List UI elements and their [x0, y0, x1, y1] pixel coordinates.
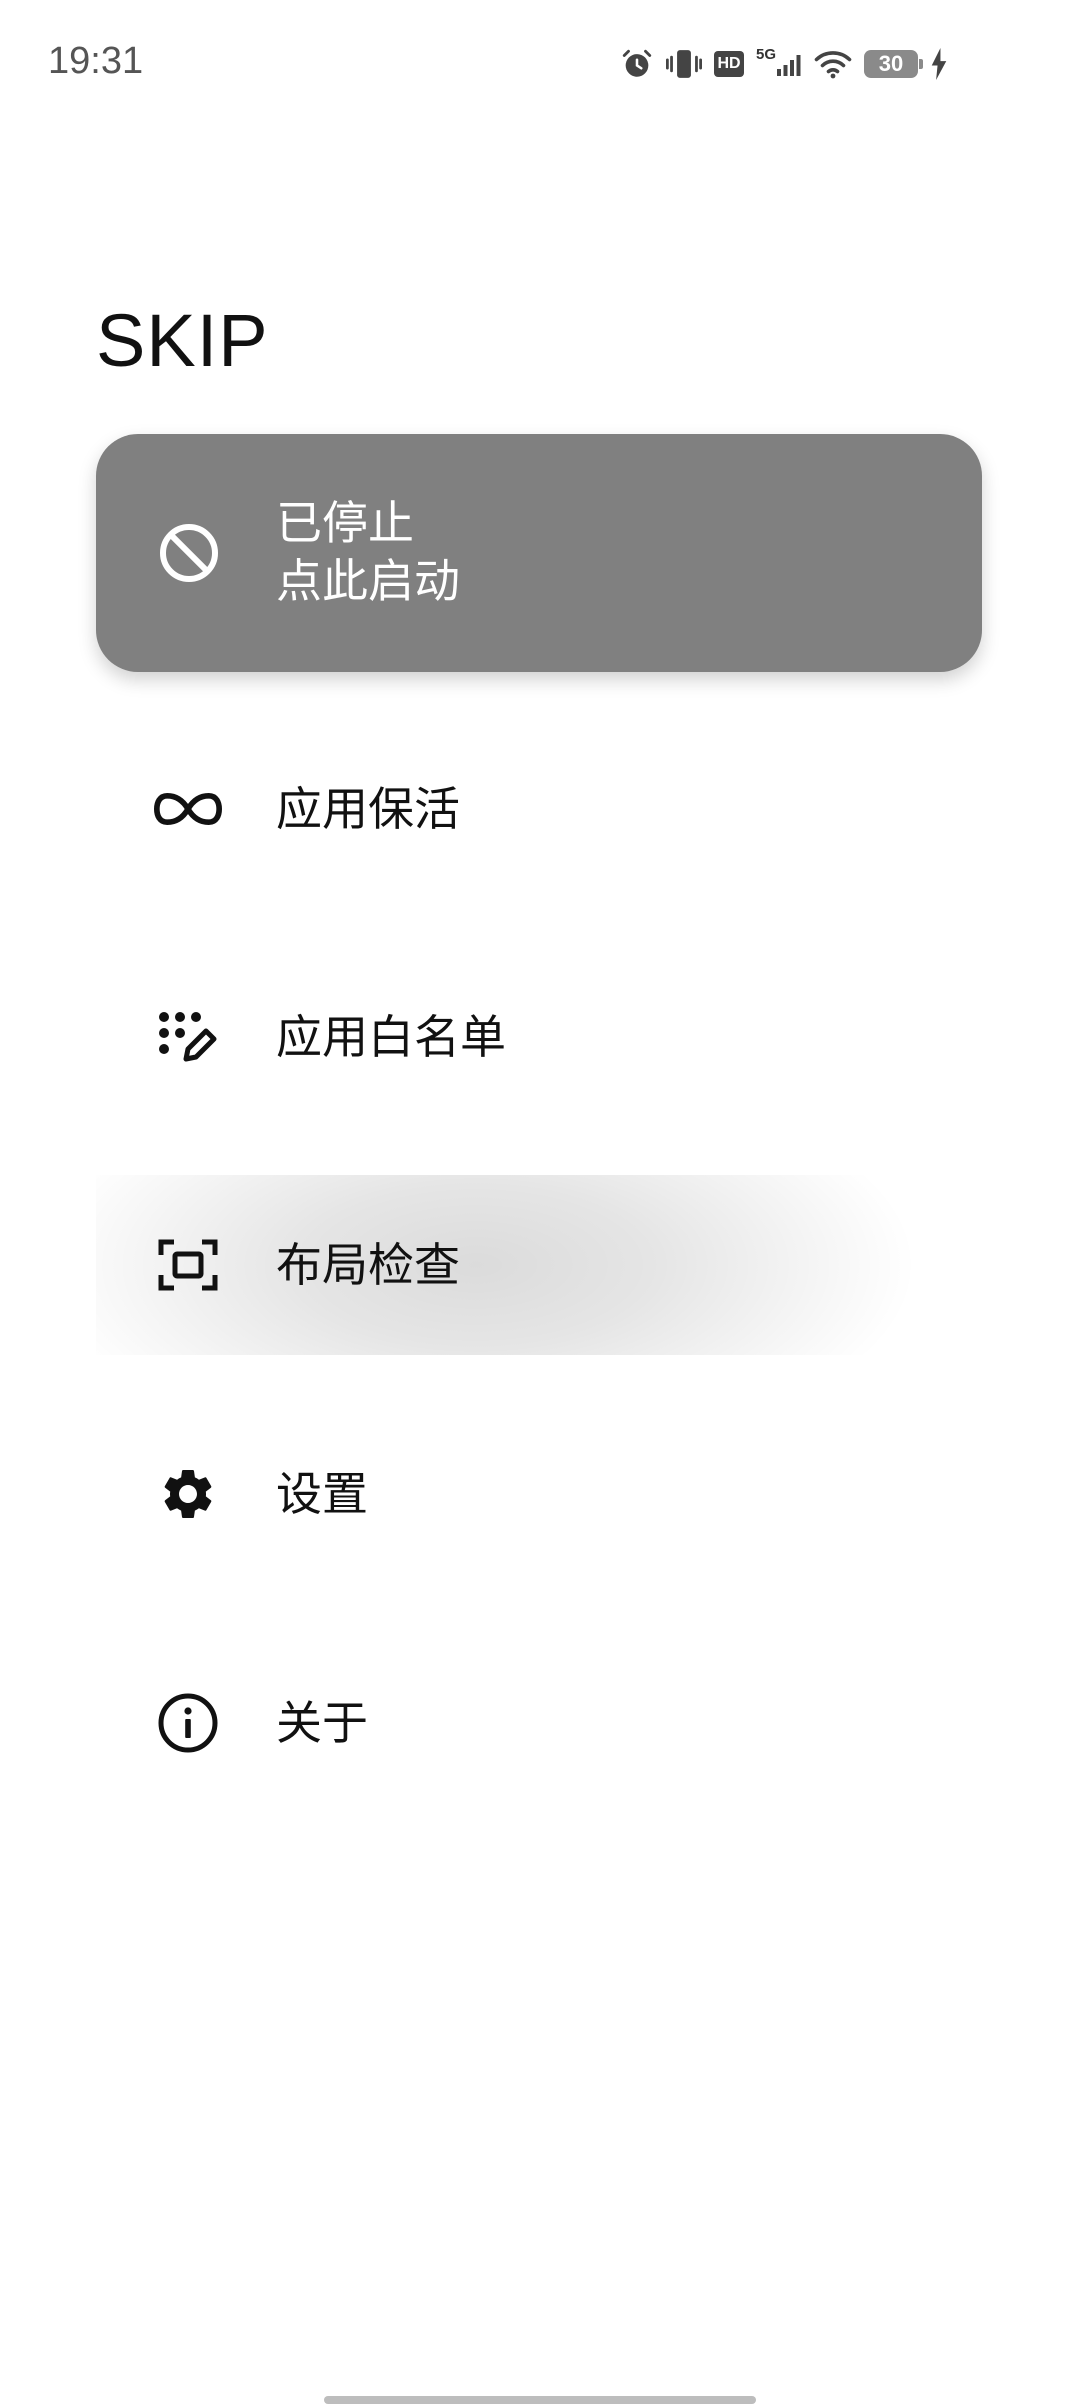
menu-item-label: 应用保活 — [276, 782, 460, 836]
vibrate-icon — [666, 47, 702, 81]
service-action-text: 点此启动 — [276, 554, 460, 608]
network-label: 5G — [756, 45, 777, 63]
battery-indicator: 30 — [864, 50, 924, 78]
gesture-nav-bar[interactable] — [324, 2396, 756, 2404]
signal-5g-icon: 5G — [756, 46, 802, 77]
dots-edit-icon — [154, 1007, 222, 1067]
menu-item-settings[interactable]: 设置 — [96, 1404, 982, 1584]
menu-item-keep-alive[interactable]: 应用保活 — [96, 719, 982, 899]
status-time: 19:31 — [48, 40, 144, 82]
menu-item-about[interactable]: 关于 — [96, 1633, 982, 1813]
menu-item-layout-inspect[interactable]: 布局检查 — [96, 1175, 982, 1355]
infinity-icon — [154, 779, 222, 839]
page-title: SKIP — [96, 299, 269, 382]
menu-item-label: 设置 — [276, 1467, 368, 1521]
charging-icon — [930, 48, 948, 80]
menu-item-label: 应用白名单 — [276, 1010, 506, 1064]
alarm-icon — [620, 47, 654, 81]
service-status-text: 已停止 — [276, 496, 414, 550]
menu-item-label: 关于 — [276, 1696, 368, 1750]
status-icons: HD 5G 30 — [620, 44, 948, 84]
info-icon — [154, 1693, 222, 1753]
block-icon — [158, 522, 220, 584]
hd-badge: HD — [714, 51, 744, 77]
status-bar: 19:31 HD 5G 30 — [0, 0, 1080, 120]
gear-icon — [154, 1464, 222, 1524]
service-status-card[interactable]: 已停止 点此启动 — [96, 434, 982, 672]
menu-item-label: 布局检查 — [276, 1238, 460, 1292]
wifi-icon — [814, 49, 852, 79]
fullscreen-frame-icon — [154, 1235, 222, 1295]
menu-item-whitelist[interactable]: 应用白名单 — [96, 947, 982, 1127]
